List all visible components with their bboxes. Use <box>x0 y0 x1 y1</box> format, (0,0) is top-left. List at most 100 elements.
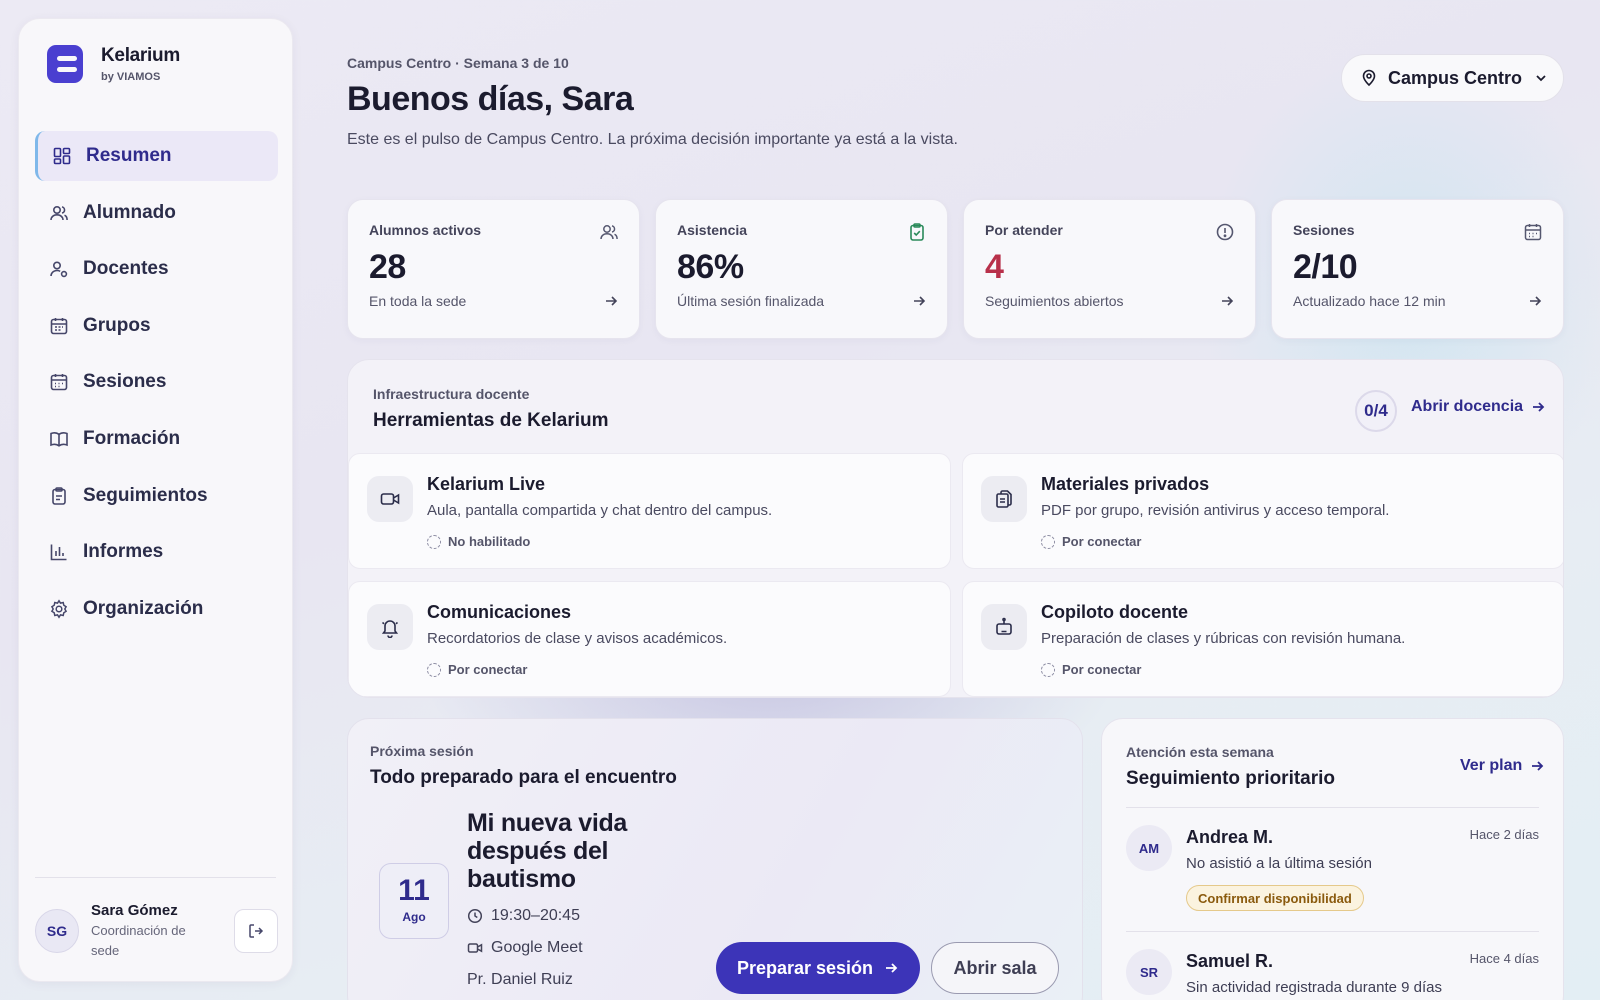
stat-label: Por atender <box>985 222 1063 238</box>
tool-status: No habilitado <box>427 534 530 549</box>
session-time-label: 19:30–20:45 <box>491 907 580 924</box>
tool-name: Comunicaciones <box>427 602 572 622</box>
session-month: Ago <box>402 910 426 924</box>
avatar: AM <box>1126 825 1172 871</box>
stat-card-por-atender[interactable]: Por atender 4 Seguimientos abiertos <box>963 199 1256 339</box>
sidebar-item-seguimientos[interactable]: Seguimientos <box>35 471 278 521</box>
campus-select[interactable]: Campus Centro <box>1341 54 1564 102</box>
clock-icon <box>467 908 483 924</box>
sidebar-item-sesiones[interactable]: Sesiones <box>35 357 278 407</box>
stat-card-sesiones[interactable]: Sesiones 2/10 Actualizado hace 12 min <box>1271 199 1564 339</box>
tool-name: Materiales privados <box>1041 474 1210 494</box>
stat-value: 28 <box>369 248 406 286</box>
sidebar-divider <box>35 877 276 878</box>
user-card: SG Sara Gómez Coordinación de sede <box>35 891 278 971</box>
session-time: 19:30–20:45 <box>467 907 580 925</box>
open-room-button[interactable]: Abrir sala <box>931 942 1059 994</box>
list-item[interactable]: AM Andrea M. Hace 2 días No asistió a la… <box>1126 809 1539 919</box>
sidebar-item-organizacion[interactable]: Organización <box>35 584 278 634</box>
avatar[interactable]: SG <box>35 909 79 953</box>
prepare-session-button[interactable]: Preparar sesión <box>716 942 920 994</box>
tool-desc: Preparación de clases y rúbricas con rev… <box>1041 630 1406 647</box>
page-eyebrow: Campus Centro · Semana 3 de 10 <box>347 55 569 71</box>
robot-icon <box>981 604 1027 650</box>
arrow-right-icon <box>1530 759 1544 773</box>
tool-status-label: Por conectar <box>1062 662 1142 677</box>
sidebar-item-docentes[interactable]: Docentes <box>35 244 278 294</box>
sidebar-item-label: Seguimientos <box>83 484 208 506</box>
student-name: Andrea M. <box>1186 827 1274 847</box>
campus-select-value: Campus Centro <box>1388 67 1523 88</box>
avatar: SR <box>1126 949 1172 995</box>
status-pending-icon <box>1041 534 1055 549</box>
arrow-right-icon <box>1531 400 1545 414</box>
next-session-panel: Próxima sesión Todo preparado para el en… <box>347 718 1083 1000</box>
arrow-right-icon <box>911 293 927 309</box>
attention-panel: Atención esta semana Seguimiento priorit… <box>1101 718 1564 1000</box>
status-pending-icon <box>1041 662 1055 677</box>
clipboard-icon <box>49 486 69 506</box>
student-issue: Sin actividad registrada durante 9 días <box>1186 979 1442 996</box>
bar-chart-icon <box>49 542 69 562</box>
tool-name: Copiloto docente <box>1041 602 1188 622</box>
session-platform-label: Google Meet <box>491 939 583 956</box>
sidebar-item-grupos[interactable]: Grupos <box>35 301 278 351</box>
status-badge[interactable]: Confirmar disponibilidad <box>1186 885 1364 911</box>
tool-status-label: Por conectar <box>448 662 528 677</box>
sidebar-item-label: Formación <box>83 427 181 449</box>
tool-desc: Recordatorios de clase y avisos académic… <box>427 630 728 647</box>
video-icon <box>367 476 413 522</box>
sidebar-item-alumnado[interactable]: Alumnado <box>35 188 278 238</box>
sidebar-item-informes[interactable]: Informes <box>35 527 278 577</box>
arrow-right-icon <box>883 960 899 976</box>
tool-card-copiloto[interactable]: Copiloto docente Preparación de clases y… <box>962 581 1563 697</box>
sidebar-item-formacion[interactable]: Formación <box>35 414 278 464</box>
open-docencia-link[interactable]: Abrir docencia <box>1411 398 1545 416</box>
sidebar-item-resumen[interactable]: Resumen <box>35 131 278 181</box>
tool-card-comunicaciones[interactable]: Comunicaciones Recordatorios de clase y … <box>348 581 951 697</box>
grid-icon <box>52 146 72 166</box>
stat-sub: En toda la sede <box>369 293 467 309</box>
stat-sub: Actualizado hace 12 min <box>1293 293 1446 309</box>
clipboard-check-icon <box>907 222 927 242</box>
stat-sub: Última sesión finalizada <box>677 293 825 309</box>
stat-value: 86% <box>677 248 744 286</box>
tool-card-kelarium-live[interactable]: Kelarium Live Aula, pantalla compartida … <box>348 453 951 569</box>
stat-label: Asistencia <box>677 222 748 238</box>
attention-divider <box>1126 807 1539 808</box>
tool-desc: PDF por grupo, revisión antivirus y acce… <box>1041 502 1390 519</box>
logout-button[interactable] <box>234 909 278 953</box>
list-item[interactable]: SR Samuel R. Hace 4 días Sin actividad r… <box>1126 933 1539 1000</box>
stat-card-asistencia[interactable]: Asistencia 86% Última sesión finalizada <box>655 199 948 339</box>
arrow-right-icon <box>1219 293 1235 309</box>
video-icon <box>467 940 483 956</box>
sidebar-item-label: Organización <box>83 597 204 619</box>
session-title: Mi nueva vida después del bautismo <box>467 809 628 893</box>
calendar-grid-icon <box>49 316 69 336</box>
teacher-icon <box>49 259 69 279</box>
stat-label: Alumnos activos <box>369 222 482 238</box>
user-name: Sara Gómez <box>91 901 178 919</box>
tool-status-label: Por conectar <box>1062 534 1142 549</box>
sidebar-item-label: Docentes <box>83 258 169 280</box>
logout-icon <box>247 922 265 940</box>
brand[interactable]: Kelarium by VIAMOS <box>47 45 180 83</box>
sidebar: Kelarium by VIAMOS Resumen Alumnado Doce… <box>18 18 293 982</box>
view-plan-link[interactable]: Ver plan <box>1460 757 1544 775</box>
stat-label: Sesiones <box>1293 222 1355 238</box>
calendar-icon <box>1523 222 1543 242</box>
sidebar-item-label: Grupos <box>83 314 151 336</box>
brand-sub: by VIAMOS <box>101 71 161 83</box>
user-role: Coordinación de sede <box>91 922 186 958</box>
sidebar-nav: Resumen Alumnado Docentes Grupos Sesione… <box>35 131 278 640</box>
stat-sub: Seguimientos abiertos <box>985 293 1124 309</box>
tools-count-badge: 0/4 <box>1355 390 1397 432</box>
timestamp: Hace 4 días <box>1469 951 1539 966</box>
tool-card-materiales[interactable]: Materiales privados PDF por grupo, revis… <box>962 453 1563 569</box>
next-session-eyebrow: Próxima sesión <box>370 743 474 759</box>
student-issue: No asistió a la última sesión <box>1186 855 1372 872</box>
brand-name: Kelarium <box>101 45 180 66</box>
location-pin-icon <box>1360 69 1378 87</box>
session-platform: Google Meet <box>467 939 583 957</box>
stat-card-alumnos[interactable]: Alumnos activos 28 En toda la sede <box>347 199 640 339</box>
